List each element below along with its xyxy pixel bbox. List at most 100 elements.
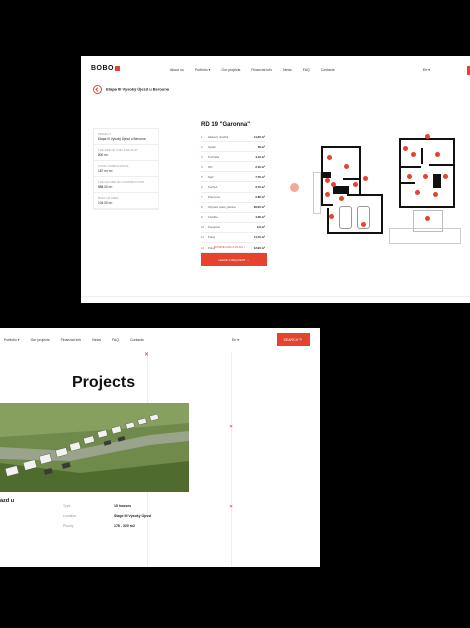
room-marker-pin[interactable] <box>331 182 336 187</box>
nav-faq[interactable]: FAQ <box>303 68 310 72</box>
nav-portfolio[interactable]: Portfolio ▾ <box>4 338 20 342</box>
plan-wall <box>359 146 361 196</box>
nav-contacts[interactable]: Contacts <box>321 68 335 72</box>
room-number: 1 <box>201 134 203 139</box>
plan-wall <box>321 146 361 148</box>
room-marker-pin[interactable] <box>329 214 334 219</box>
room-marker-pin[interactable] <box>353 182 358 187</box>
room-marker-pin[interactable] <box>407 174 412 179</box>
plan-wall <box>327 208 329 234</box>
room-marker-pin[interactable] <box>425 216 430 221</box>
info-value: 187 m² m² <box>98 169 113 173</box>
project-aerial-photo[interactable] <box>0 403 189 492</box>
nav-news[interactable]: News <box>92 338 101 342</box>
room-row: 5 Spíž 7,70 m² <box>201 172 265 183</box>
breadcrumb-text: Etapa III Vysoký Újezd u Berouna <box>106 86 169 92</box>
house-title: RD 19 "Garonna" <box>201 122 251 128</box>
plan-wall <box>453 138 455 208</box>
nav-links: Portfolio ▾ Our projects Financial info … <box>4 338 154 342</box>
room-row: 7 Pracovna 2,80 m² <box>201 193 265 203</box>
close-icon[interactable]: ✕ <box>229 424 233 430</box>
plan-wall <box>429 164 455 166</box>
slider-prev-button[interactable] <box>290 183 299 192</box>
download-plan-link[interactable]: DOWNLOAD A PLAN ↓ <box>214 245 245 249</box>
info-value: 888.00 m³ <box>98 185 113 189</box>
room-marker-pin[interactable] <box>339 196 344 201</box>
spec-value: 178 - 320 m2 <box>114 524 135 528</box>
room-name: Kuchyň <box>208 185 218 190</box>
room-marker-pin[interactable] <box>325 192 330 197</box>
plan-wall <box>381 194 383 234</box>
nav-financial[interactable]: Financial info <box>61 338 82 342</box>
nav-contacts[interactable]: Contacts <box>130 338 144 342</box>
room-marker-pin[interactable] <box>327 155 332 160</box>
room-marker-pin[interactable] <box>363 176 368 181</box>
room-marker-pin[interactable] <box>411 152 416 157</box>
nav-news[interactable]: News <box>283 68 292 72</box>
room-marker-pin[interactable] <box>435 152 440 157</box>
room-number: 2 <box>201 144 203 149</box>
projects-list-screenshot: Portfolio ▾ Our projects Financial info … <box>0 328 320 567</box>
room-area: 2,10 m² <box>255 164 265 169</box>
plan-wall <box>321 204 333 206</box>
nav-faq[interactable]: FAQ <box>112 338 119 342</box>
projects-navbar: Portfolio ▾ Our projects Financial info … <box>0 328 320 352</box>
room-area: 7,70 m² <box>255 174 265 179</box>
info-value: Etapa III Vysoký Újezd u Berouna <box>98 137 146 141</box>
room-marker-pin[interactable] <box>361 222 366 227</box>
language-selector[interactable]: En ▾ <box>232 338 239 342</box>
info-label: BUILT-UP AREA <box>98 196 119 200</box>
plan-wall <box>333 186 349 194</box>
close-icon[interactable]: ✕ <box>229 504 233 510</box>
info-label: THE SIZE OF THE LAND PLOT <box>98 148 138 152</box>
room-number: 6 <box>201 185 203 190</box>
spec-value: Stage III Vysoký Újezd <box>114 514 151 518</box>
project-name[interactable]: azd u <box>0 498 14 504</box>
room-marker-pin[interactable] <box>403 146 408 151</box>
info-row: THE SIZE OF THE LAND PLOT 800 m² <box>94 145 158 161</box>
plan-wall <box>343 178 361 180</box>
room-number: 4 <box>201 164 203 169</box>
room-marker-pin[interactable] <box>433 192 438 197</box>
room-number: 10 <box>201 225 205 230</box>
room-marker-pin[interactable] <box>425 134 430 139</box>
spec-label: Plochy <box>63 524 74 528</box>
room-row: 10 Koupelna 3,9 m² <box>201 223 265 233</box>
footer-divider <box>81 296 470 297</box>
breadcrumb[interactable]: Etapa III Vysoký Újezd u Berouna <box>93 85 169 94</box>
room-marker-pin[interactable] <box>325 178 330 183</box>
car-outline <box>339 206 352 229</box>
language-selector[interactable]: En ▾ <box>423 68 430 72</box>
room-name: Pokoj <box>208 235 215 240</box>
room-name: WC <box>208 164 213 169</box>
leave-request-button[interactable]: LEAVE A REQUEST → <box>201 253 267 266</box>
info-label: THE VOLUME OF CONSTRUCTION <box>98 180 145 184</box>
close-icon[interactable]: ✕ <box>144 352 149 358</box>
nav-links: About us Portfolio ▾ Our projects Financ… <box>170 68 345 72</box>
nav-projects[interactable]: Our projects <box>31 338 50 342</box>
floor-plan-ground <box>313 138 391 248</box>
room-marker-pin[interactable] <box>423 174 428 179</box>
nav-projects[interactable]: Our projects <box>221 68 240 72</box>
room-number: 3 <box>201 154 203 159</box>
nav-portfolio[interactable]: Portfolio ▾ <box>195 68 211 72</box>
info-value: 104.00 m² <box>98 201 113 205</box>
room-row: 11 Pokoj 11,70 m² <box>201 233 265 244</box>
plan-wall <box>421 148 423 164</box>
logo-text: BOBO <box>91 65 114 72</box>
room-name: Pracovna <box>208 195 220 200</box>
room-number: 11 <box>201 235 204 240</box>
nav-about[interactable]: About us <box>170 68 184 72</box>
plan-wall <box>327 232 383 234</box>
room-marker-pin[interactable] <box>415 190 420 195</box>
terrace-outline <box>313 172 321 214</box>
room-marker-pin[interactable] <box>344 164 349 169</box>
nav-financial[interactable]: Financial info <box>251 68 272 72</box>
room-name: Zádveří, chodba <box>208 134 229 139</box>
search-button[interactable]: SEARCH 🔍 <box>277 333 310 346</box>
bobo-logo[interactable]: BOBO <box>91 65 120 72</box>
back-arrow-icon[interactable] <box>93 85 102 94</box>
plan-wall <box>399 166 421 168</box>
room-number: 12 <box>201 245 205 250</box>
room-marker-pin[interactable] <box>443 174 448 179</box>
